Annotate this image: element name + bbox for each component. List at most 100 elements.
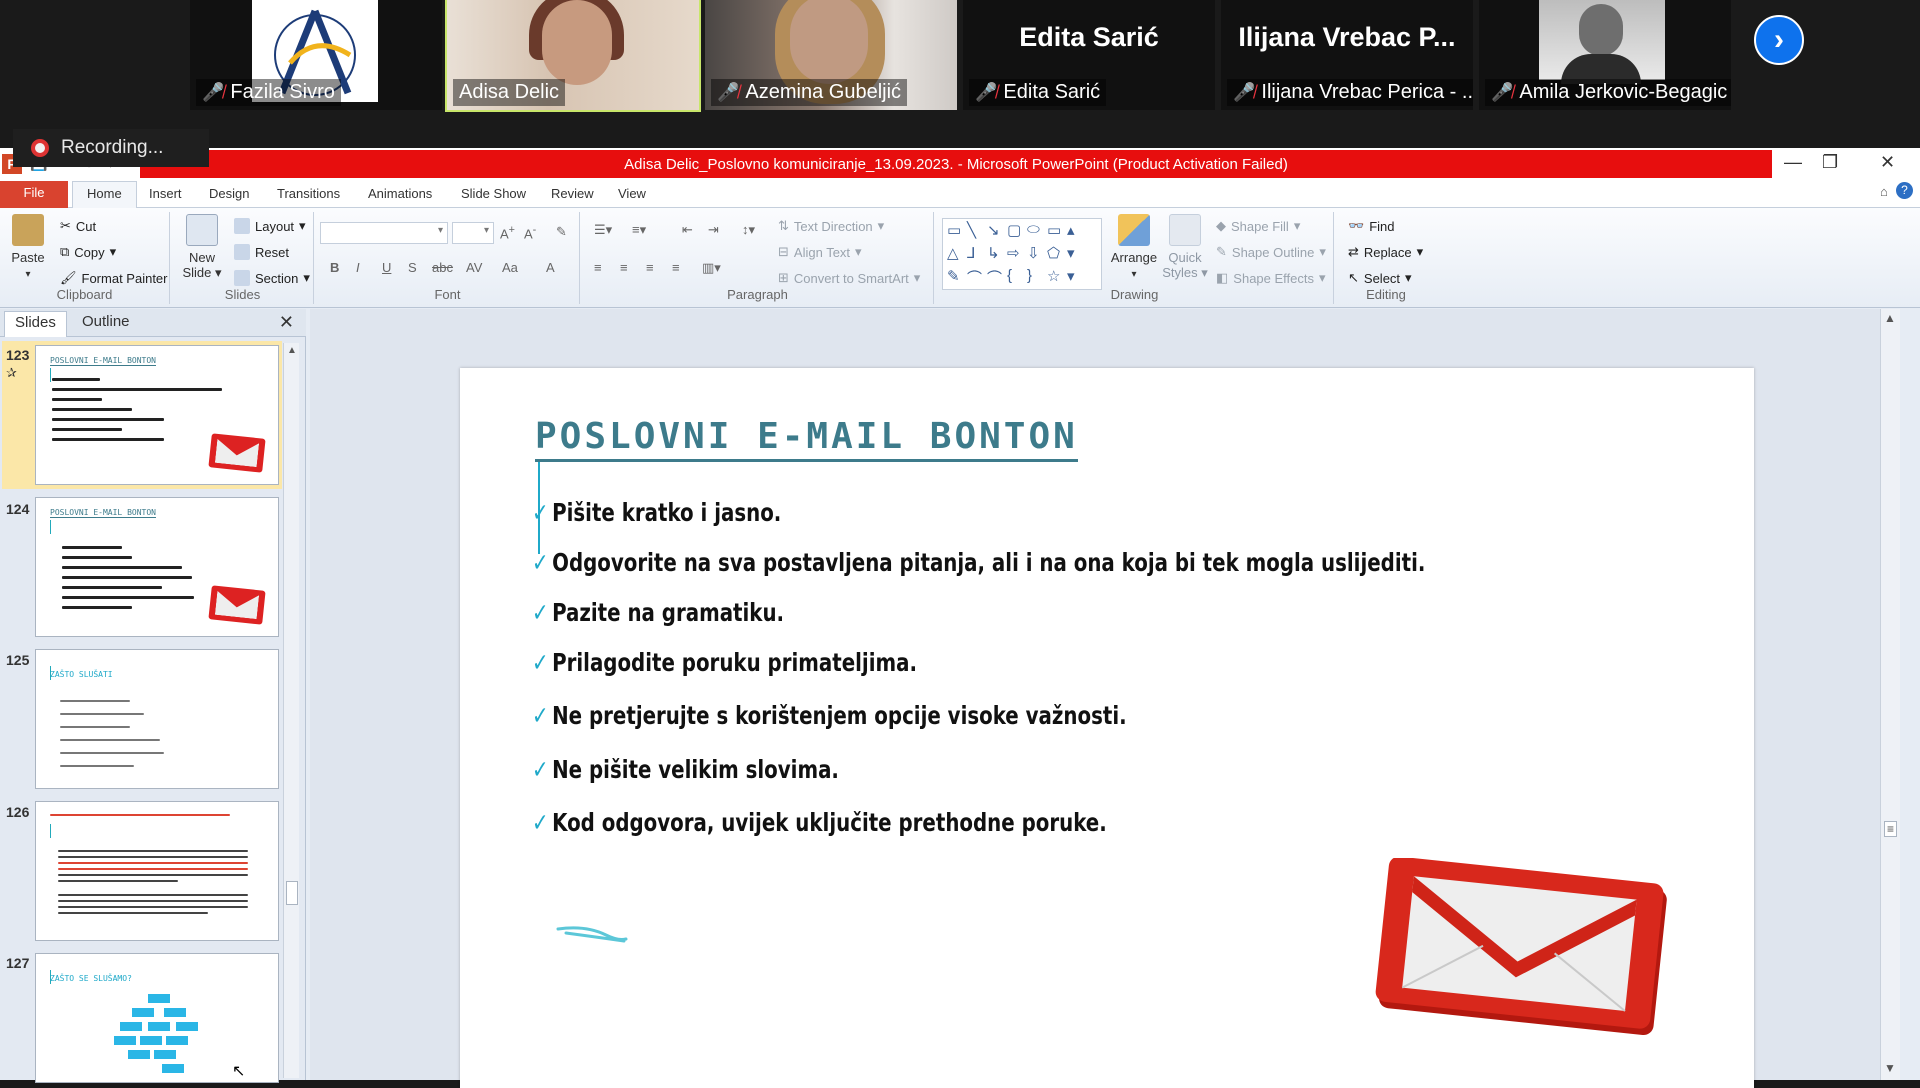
slide-thumbnail[interactable]: POSLOVNI E-MAIL BONTON [35, 497, 279, 637]
bullet-item[interactable]: ✓ Kod odgovora, uvijek uključite prethodn… [532, 808, 1107, 837]
underline-icon[interactable]: U [382, 260, 391, 275]
minimize-ribbon-icon[interactable]: ⌂ [1874, 182, 1894, 201]
slide-title[interactable]: POSLOVNI E-MAIL BONTON [535, 416, 1078, 462]
bullet-item[interactable]: ✓ Ne pretjerujte s korištenjem opcije vis… [532, 701, 1127, 730]
bold-icon[interactable]: B [330, 260, 339, 275]
strikethrough-icon[interactable]: abc [432, 260, 453, 275]
slide-thumbnail[interactable]: ZAŠTO SLUŠATI [35, 649, 279, 789]
font-family-dropdown[interactable]: ▾ [320, 222, 448, 244]
down-arrow-shape-icon[interactable]: ⇩ [1027, 244, 1047, 267]
tab-insert[interactable]: Insert [143, 184, 188, 203]
participant-tile[interactable]: 🎤̸ Amila Jerkovic-Begagic [1479, 0, 1731, 110]
connector-icon[interactable]: ↳ [987, 244, 1007, 267]
align-left-icon[interactable]: ≡ [594, 260, 602, 275]
slide-thumbnail[interactable]: POSLOVNI E-MAIL BONTON [35, 345, 279, 485]
tab-slide-show[interactable]: Slide Show [455, 184, 532, 203]
recording-indicator[interactable]: Recording... [13, 129, 209, 167]
scrollbar-thumb[interactable] [286, 881, 298, 905]
cut-button[interactable]: ✂ Cut [60, 218, 96, 234]
participant-tile[interactable]: Edita Sarić 🎤̸ Edita Sarić [963, 0, 1215, 110]
copy-button[interactable]: ⧉ Copy ▾ [60, 244, 116, 260]
columns-icon[interactable]: ▥▾ [702, 260, 721, 276]
slide-thumbnail[interactable] [35, 801, 279, 941]
increase-indent-icon[interactable]: ⇥ [708, 222, 719, 238]
next-page-button[interactable]: › [1754, 15, 1804, 65]
participant-tile[interactable]: 🎤̸ Azemina Gubeljić [705, 0, 957, 110]
slide-scrollbar[interactable]: ▲ ≡ ▼ [1880, 309, 1900, 1080]
restore-button[interactable]: ❐ [1822, 152, 1838, 173]
tab-view[interactable]: View [612, 184, 652, 203]
scroll-up-icon[interactable]: ▴ [1067, 221, 1087, 244]
replace-button[interactable]: ⇄ Replace ▾ [1348, 244, 1423, 260]
arrange-button[interactable]: Arrange ▾ [1110, 214, 1158, 282]
section-button[interactable]: Section ▾ [234, 270, 310, 286]
align-text-button[interactable]: ⊟ Align Text ▾ [778, 244, 862, 260]
close-window-button[interactable]: ✕ [1880, 152, 1895, 173]
line-spacing-icon[interactable]: ↕▾ [742, 222, 755, 238]
minimize-button[interactable]: — [1784, 152, 1802, 173]
current-slide[interactable]: POSLOVNI E-MAIL BONTON ✓ Pišite kratko i … [460, 368, 1754, 1088]
participant-tile[interactable]: 🎤̸ Fazila Sivro [190, 0, 442, 110]
align-center-icon[interactable]: ≡ [620, 260, 628, 275]
font-color-icon[interactable]: A [546, 260, 555, 275]
tab-design[interactable]: Design [203, 184, 255, 203]
convert-smartart-button[interactable]: ⊞ Convert to SmartArt ▾ [778, 270, 920, 286]
font-size-dropdown[interactable]: ▾ [452, 222, 494, 244]
elbow-connector-icon[interactable]: ⅃ [967, 244, 987, 267]
tab-file[interactable]: File [0, 181, 68, 208]
find-button[interactable]: 👓 Find [1348, 218, 1394, 234]
bullet-item[interactable]: ✓ Odgovorite na sva postavljena pitanja, … [532, 548, 1425, 577]
bullet-item[interactable]: ✓ Pazite na gramatiku. [532, 598, 784, 627]
tab-slides[interactable]: Slides [4, 311, 67, 337]
textbox-shape-icon[interactable]: ▭ [947, 221, 967, 244]
tab-transitions[interactable]: Transitions [271, 184, 346, 203]
italic-icon[interactable]: I [356, 260, 360, 275]
panel-scrollbar[interactable]: ▲ [283, 343, 299, 1078]
participant-tile-active-speaker[interactable]: Adisa Delic [445, 0, 701, 112]
right-arrow-shape-icon[interactable]: ⇨ [1007, 244, 1027, 267]
numbering-icon[interactable]: ≡▾ [632, 222, 646, 238]
scroll-down-icon[interactable]: ▼ [1884, 1061, 1896, 1075]
bullet-item[interactable]: ✓ Ne pišite velikim slovima. [532, 755, 839, 784]
new-slide-button[interactable]: New Slide ▾ [180, 214, 224, 280]
scroll-up-icon[interactable]: ▲ [287, 345, 297, 356]
character-spacing-icon[interactable]: AV [466, 260, 482, 275]
paste-button[interactable]: Paste ▾ [8, 214, 48, 282]
reset-button[interactable]: Reset [234, 244, 289, 260]
format-painter-button[interactable]: 🖌 Format Painter [60, 270, 168, 286]
justify-icon[interactable]: ≡ [672, 260, 680, 275]
decrease-indent-icon[interactable]: ⇤ [682, 222, 693, 238]
rectangle-shape-icon[interactable]: ▢ [1007, 221, 1027, 244]
tab-home[interactable]: Home [72, 181, 137, 209]
tab-animations[interactable]: Animations [362, 184, 438, 203]
change-case-icon[interactable]: Aa [502, 260, 518, 275]
shape-fill-button[interactable]: ◆ Shape Fill ▾ [1216, 218, 1300, 234]
triangle-shape-icon[interactable]: △ [947, 244, 967, 267]
scroll-down-icon[interactable]: ▾ [1067, 244, 1087, 267]
oval-shape-icon[interactable]: ⬭ [1027, 221, 1047, 244]
arrow-shape-icon[interactable]: ↘ [987, 221, 1007, 244]
shapes-gallery[interactable]: ▭ ╲ ↘ ▢ ⬭ ▭ ▴ △ ⅃ ↳ ⇨ ⇩ ⬠ ▾ ✎ ⌒ ⌒{} ☆ ▾ [942, 218, 1102, 290]
bullet-item[interactable]: ✓ Prilagodite poruku primateljima. [532, 648, 917, 677]
clear-formatting-icon[interactable]: ✎ [556, 224, 567, 240]
shape-outline-button[interactable]: ✎ Shape Outline ▾ [1216, 244, 1326, 260]
shape-effects-button[interactable]: ◧ Shape Effects ▾ [1216, 270, 1326, 286]
shadow-icon[interactable]: S [408, 260, 417, 275]
help-icon[interactable]: ? [1896, 182, 1913, 199]
scroll-up-icon[interactable]: ▲ [1884, 311, 1896, 325]
tab-review[interactable]: Review [545, 184, 600, 203]
quick-styles-button[interactable]: Quick Styles ▾ [1162, 214, 1208, 280]
rounded-rect-shape-icon[interactable]: ▭ [1047, 221, 1067, 244]
tab-outline[interactable]: Outline [72, 313, 140, 330]
text-direction-button[interactable]: ⇅ Text Direction ▾ [778, 218, 884, 234]
pentagon-shape-icon[interactable]: ⬠ [1047, 244, 1067, 267]
line-shape-icon[interactable]: ╲ [967, 221, 987, 244]
bullet-item[interactable]: ✓ Pišite kratko i jasno. [532, 498, 781, 527]
layout-button[interactable]: Layout ▾ [234, 218, 306, 234]
bullets-icon[interactable]: ☰▾ [594, 222, 612, 238]
align-right-icon[interactable]: ≡ [646, 260, 654, 275]
select-button[interactable]: ↖ Select ▾ [1348, 270, 1412, 286]
scrollbar-thumb[interactable]: ≡ [1884, 821, 1898, 837]
shrink-font-icon[interactable]: A- [524, 224, 536, 241]
participant-tile[interactable]: Ilijana Vrebac P... 🎤̸ Ilijana Vrebac Pe… [1221, 0, 1473, 110]
